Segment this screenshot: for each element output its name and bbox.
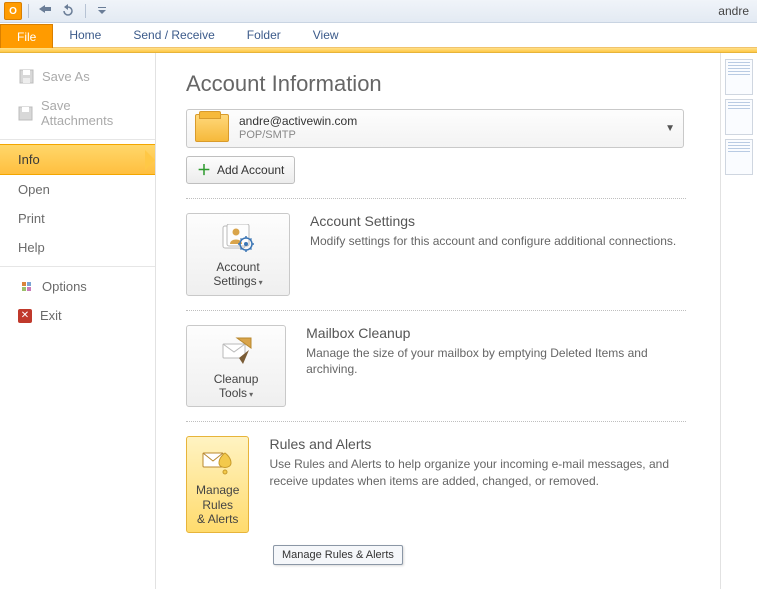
rules-alerts-body: Use Rules and Alerts to help organize yo… — [269, 456, 686, 488]
tab-send-receive[interactable]: Send / Receive — [117, 23, 230, 47]
cleanup-tools-button-l1: Cleanup — [214, 372, 259, 386]
title-bar: O andre — [0, 0, 757, 23]
rules-alerts-title: Rules and Alerts — [269, 436, 686, 452]
section-text: Rules and Alerts Use Rules and Alerts to… — [269, 436, 686, 488]
preview-thumbnail[interactable] — [725, 59, 753, 95]
mailbox-cleanup-title: Mailbox Cleanup — [306, 325, 686, 341]
section-text: Mailbox Cleanup Manage the size of your … — [306, 325, 686, 377]
chevron-down-icon: ▾ — [249, 390, 253, 399]
save-as-item: Save As — [0, 61, 155, 91]
cleanup-tools-button[interactable]: Cleanup Tools▾ — [186, 325, 286, 408]
section-divider — [186, 198, 686, 199]
tab-folder[interactable]: Folder — [231, 23, 297, 47]
options-item[interactable]: Options — [0, 271, 155, 301]
save-attachments-label: Save Attachments — [41, 98, 137, 128]
chevron-down-icon: ▾ — [259, 278, 263, 287]
section-divider — [186, 310, 686, 311]
tooltip: Manage Rules & Alerts — [273, 545, 403, 565]
section-mailbox-cleanup: Cleanup Tools▾ Mailbox Cleanup Manage th… — [186, 325, 686, 408]
section-rules-alerts: Manage Rules & Alerts Rules and Alerts U… — [186, 436, 686, 533]
outlook-app-icon: O — [4, 2, 22, 20]
file-tab[interactable]: File — [0, 24, 53, 48]
save-as-label: Save As — [42, 69, 90, 84]
help-item[interactable]: Help — [0, 233, 155, 262]
folder-icon — [195, 114, 229, 142]
help-label: Help — [18, 240, 45, 255]
tab-home[interactable]: Home — [53, 23, 117, 47]
options-label: Options — [42, 279, 87, 294]
options-icon — [18, 278, 34, 294]
nav-separator — [0, 139, 155, 140]
account-settings-button-l1: Account — [216, 260, 259, 274]
add-account-label: Add Account — [217, 163, 284, 177]
print-label: Print — [18, 211, 45, 226]
chevron-down-icon[interactable]: ▼ — [665, 123, 675, 134]
cleanup-tools-button-l2: Tools — [219, 386, 247, 400]
qat-undo-icon[interactable] — [59, 2, 79, 20]
qat-send-receive-icon[interactable] — [35, 2, 55, 20]
ribbon-tab-strip: File Home Send / Receive Folder View — [0, 23, 757, 48]
exit-icon: ✕ — [18, 309, 32, 323]
account-settings-button[interactable]: Account Settings▾ — [186, 213, 290, 296]
account-settings-body: Modify settings for this account and con… — [310, 233, 676, 249]
main-content: Account Information andre@activewin.com … — [156, 53, 720, 589]
account-settings-icon — [191, 222, 285, 256]
plus-icon: ＋ — [197, 160, 211, 180]
exit-label: Exit — [40, 308, 62, 323]
account-settings-button-l2: Settings — [213, 274, 256, 288]
info-item[interactable]: Info — [0, 144, 155, 175]
open-item[interactable]: Open — [0, 175, 155, 204]
add-account-button[interactable]: ＋ Add Account — [186, 156, 295, 184]
window-title: andre — [718, 4, 753, 18]
cleanup-tools-icon — [191, 334, 281, 368]
section-text: Account Settings Modify settings for thi… — [310, 213, 676, 249]
backstage-nav: Save As Save Attachments Info Open Print… — [0, 53, 156, 589]
nav-separator — [0, 266, 155, 267]
account-email: andre@activewin.com — [239, 114, 655, 129]
account-text: andre@activewin.com POP/SMTP — [239, 114, 655, 143]
manage-rules-alerts-button[interactable]: Manage Rules & Alerts — [186, 436, 249, 533]
account-protocol: POP/SMTP — [239, 129, 655, 143]
info-label: Info — [18, 152, 40, 167]
rules-alerts-icon — [191, 445, 244, 479]
qat-separator — [85, 4, 86, 18]
page-title: Account Information — [186, 71, 700, 97]
section-account-settings: Account Settings▾ Account Settings Modif… — [186, 213, 686, 296]
open-label: Open — [18, 182, 50, 197]
mailbox-cleanup-body: Manage the size of your mailbox by empty… — [306, 345, 686, 377]
section-divider — [186, 421, 686, 422]
tab-view[interactable]: View — [297, 23, 355, 47]
print-item[interactable]: Print — [0, 204, 155, 233]
qat-separator — [28, 4, 29, 18]
attachment-save-icon — [18, 105, 33, 121]
save-attachments-item: Save Attachments — [0, 91, 155, 135]
preview-thumbnail[interactable] — [725, 99, 753, 135]
account-settings-title: Account Settings — [310, 213, 676, 229]
preview-thumbnail[interactable] — [725, 139, 753, 175]
save-icon — [18, 68, 34, 84]
exit-item[interactable]: ✕ Exit — [0, 301, 155, 330]
preview-pane — [720, 53, 757, 589]
account-selector[interactable]: andre@activewin.com POP/SMTP ▼ — [186, 109, 684, 148]
manage-rules-button-l2: & Alerts — [197, 512, 238, 526]
manage-rules-button-l1: Manage Rules — [196, 483, 239, 511]
qat-customize-dropdown-icon[interactable] — [92, 2, 112, 20]
